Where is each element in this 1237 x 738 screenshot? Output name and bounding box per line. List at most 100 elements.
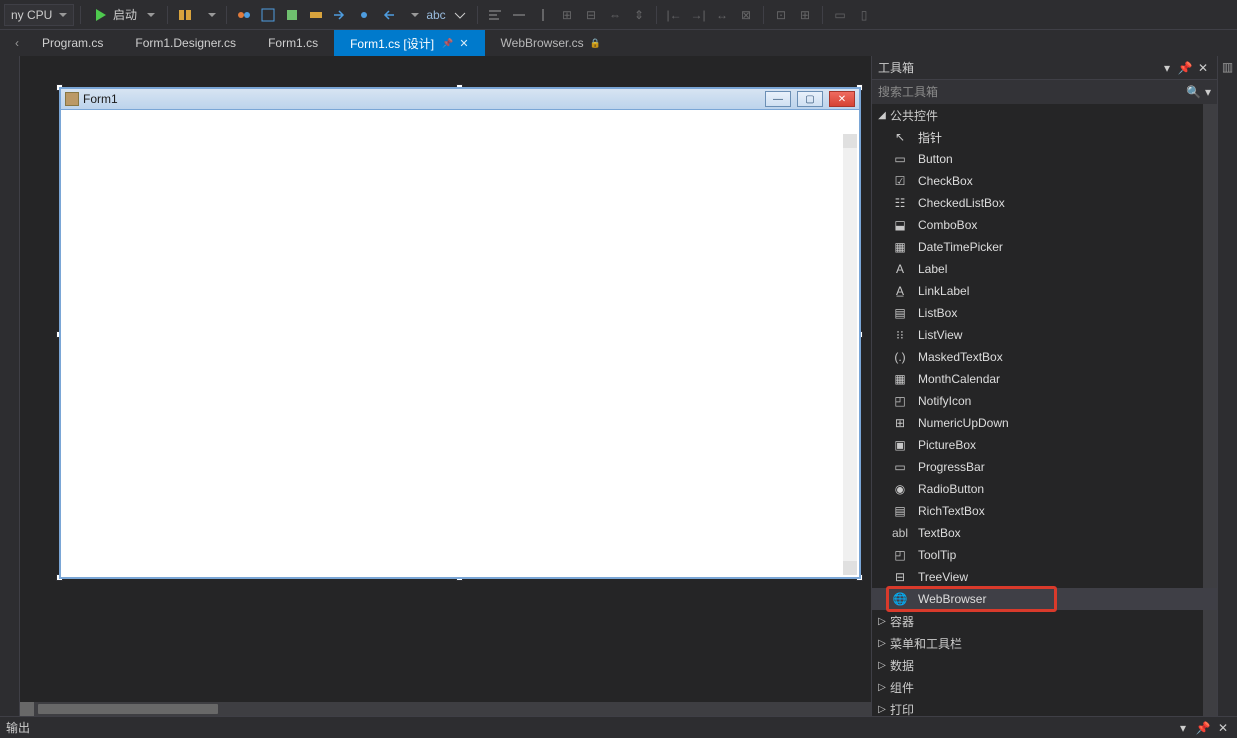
document-tab-label: Form1.cs [设计] — [350, 35, 434, 52]
search-icon[interactable]: 🔍 — [1186, 85, 1201, 99]
pin-icon[interactable]: 📌 — [1195, 720, 1211, 736]
toolbox-item[interactable]: ▤ListBox — [872, 302, 1217, 324]
toolbox-category[interactable]: ▷组件 — [872, 676, 1217, 698]
toolbox-item[interactable]: ◰ToolTip — [872, 544, 1217, 566]
align-button[interactable]: ⊡ — [770, 4, 792, 26]
zorder-button[interactable]: ▭ — [829, 4, 851, 26]
close-icon[interactable]: ✕ — [1215, 720, 1231, 736]
panel-dropdown-icon[interactable]: ▾ — [1159, 60, 1175, 76]
align-button[interactable]: ⊞ — [794, 4, 816, 26]
toolbox-item[interactable]: ⬓ComboBox — [872, 214, 1217, 236]
toolbox-item[interactable]: ◰NotifyIcon — [872, 390, 1217, 412]
toolbar-button[interactable] — [353, 4, 375, 26]
toolbar-button[interactable] — [198, 4, 220, 26]
output-panel-header: 输出 ▾ 📌 ✕ — [0, 716, 1237, 738]
toolbox-item[interactable]: ablTextBox — [872, 522, 1217, 544]
toolbox-item[interactable]: ▤RichTextBox — [872, 500, 1217, 522]
toolbox-tree[interactable]: ◢公共控件↖指针▭Button☑CheckBox☷CheckedListBox⬓… — [872, 104, 1217, 716]
toolbox-item[interactable]: ☷CheckedListBox — [872, 192, 1217, 214]
align-button[interactable] — [508, 4, 530, 26]
toolbox-item[interactable]: ◉RadioButton — [872, 478, 1217, 500]
align-button[interactable] — [484, 4, 506, 26]
designer-surface[interactable]: Form1 — ▢ ✕ — [20, 56, 871, 716]
toolbox-category[interactable]: ▷数据 — [872, 654, 1217, 676]
toolbox-item[interactable]: ALabel — [872, 258, 1217, 280]
toolbox-item[interactable]: ▦MonthCalendar — [872, 368, 1217, 390]
toolbox-item[interactable]: ▭ProgressBar — [872, 456, 1217, 478]
panel-dropdown-icon[interactable]: ▾ — [1175, 720, 1191, 736]
toolbox-item[interactable]: ☑CheckBox — [872, 170, 1217, 192]
align-button[interactable]: ⊟ — [580, 4, 602, 26]
align-button[interactable]: |← — [663, 4, 685, 26]
rail-icon[interactable]: ▥ — [1222, 60, 1233, 74]
play-icon — [93, 7, 109, 23]
toolbar-button[interactable] — [305, 4, 327, 26]
document-tab[interactable]: Program.cs — [26, 30, 119, 56]
pin-icon[interactable]: 📌 — [1177, 60, 1193, 76]
toolbox-item[interactable]: ⊟TreeView — [872, 566, 1217, 588]
toolbox-item[interactable]: A̲LinkLabel — [872, 280, 1217, 302]
toolbox-category[interactable]: ◢公共控件 — [872, 104, 1217, 126]
toolbox-item[interactable]: ▭Button — [872, 148, 1217, 170]
toolbox-item[interactable]: 🌐WebBrowser — [872, 588, 1217, 610]
toolbox-category[interactable]: ▷容器 — [872, 610, 1217, 632]
radio-icon: ◉ — [892, 481, 908, 497]
toolbox-item-label: ToolTip — [918, 548, 956, 562]
toolbar-button[interactable] — [401, 4, 423, 26]
toolbox-item[interactable]: ▦DateTimePicker — [872, 236, 1217, 258]
close-icon[interactable]: ✕ — [1195, 60, 1211, 76]
toolbar-button[interactable] — [174, 4, 196, 26]
form-scrollbar[interactable] — [843, 134, 857, 575]
toolbar-button[interactable]: abc — [425, 4, 447, 26]
toolbox-item-label: PictureBox — [918, 438, 976, 452]
minimize-button[interactable]: — — [765, 91, 791, 107]
document-tab[interactable]: WebBrowser.cs🔒 — [485, 30, 617, 56]
align-button[interactable]: ⊠ — [735, 4, 757, 26]
align-button[interactable]: ↔ — [711, 4, 733, 26]
align-button[interactable]: ⇔ — [604, 4, 626, 26]
toolbox-item[interactable]: ↖指针 — [872, 126, 1217, 148]
document-tab[interactable]: Form1.cs [设计]📌✕ — [334, 30, 484, 56]
scroll-up-icon[interactable] — [843, 134, 857, 148]
toolbox-item[interactable]: (.)MaskedTextBox — [872, 346, 1217, 368]
cursor-icon: ↖ — [892, 129, 908, 145]
toolbox-item[interactable]: ▣PictureBox — [872, 434, 1217, 456]
chevron-down-icon — [59, 13, 67, 17]
toolbar-button[interactable] — [329, 4, 351, 26]
search-dropdown-icon[interactable]: ▾ — [1205, 85, 1211, 99]
toolbox-scrollbar[interactable] — [1203, 104, 1217, 716]
tab-scroll-left[interactable]: ‹ — [8, 30, 26, 56]
toolbar-button[interactable] — [377, 4, 399, 26]
start-debug-button[interactable]: 启动 — [87, 4, 161, 26]
platform-combo[interactable]: ny CPU — [4, 4, 74, 26]
close-tab-icon[interactable]: ✕ — [459, 37, 468, 50]
toolbar-button[interactable] — [281, 4, 303, 26]
scroll-down-icon[interactable] — [843, 561, 857, 575]
document-tab[interactable]: Form1.cs — [252, 30, 334, 56]
toolbar-button[interactable] — [257, 4, 279, 26]
toolbox-category[interactable]: ▷菜单和工具栏 — [872, 632, 1217, 654]
document-tab[interactable]: Form1.Designer.cs — [119, 30, 252, 56]
align-button[interactable]: ⇕ — [628, 4, 650, 26]
align-button[interactable] — [532, 4, 554, 26]
toolbox-category[interactable]: ▷打印 — [872, 698, 1217, 716]
designer-hscrollbar[interactable] — [20, 702, 871, 716]
checkbox-icon: ☑ — [892, 173, 908, 189]
toolbox-item[interactable]: ⊞NumericUpDown — [872, 412, 1217, 434]
maximize-button[interactable]: ▢ — [797, 91, 823, 107]
align-button[interactable]: ⊞ — [556, 4, 578, 26]
right-rail: ▥ — [1217, 56, 1237, 716]
toolbox-search-input[interactable] — [878, 85, 1186, 99]
scroll-left-icon[interactable] — [20, 702, 34, 716]
toolbar-button[interactable] — [233, 4, 255, 26]
align-button[interactable]: →| — [687, 4, 709, 26]
toolbox-item[interactable]: ⁝⁝ListView — [872, 324, 1217, 346]
zorder-button[interactable]: ▯ — [853, 4, 875, 26]
close-button[interactable]: ✕ — [829, 91, 855, 107]
form-titlebar[interactable]: Form1 — ▢ ✕ — [60, 88, 860, 110]
scroll-thumb[interactable] — [38, 704, 218, 714]
form-window[interactable]: Form1 — ▢ ✕ — [60, 88, 860, 578]
toolbar-button[interactable] — [449, 4, 471, 26]
toolbox-item-label: TextBox — [918, 526, 961, 540]
form-client-area[interactable] — [60, 110, 860, 578]
